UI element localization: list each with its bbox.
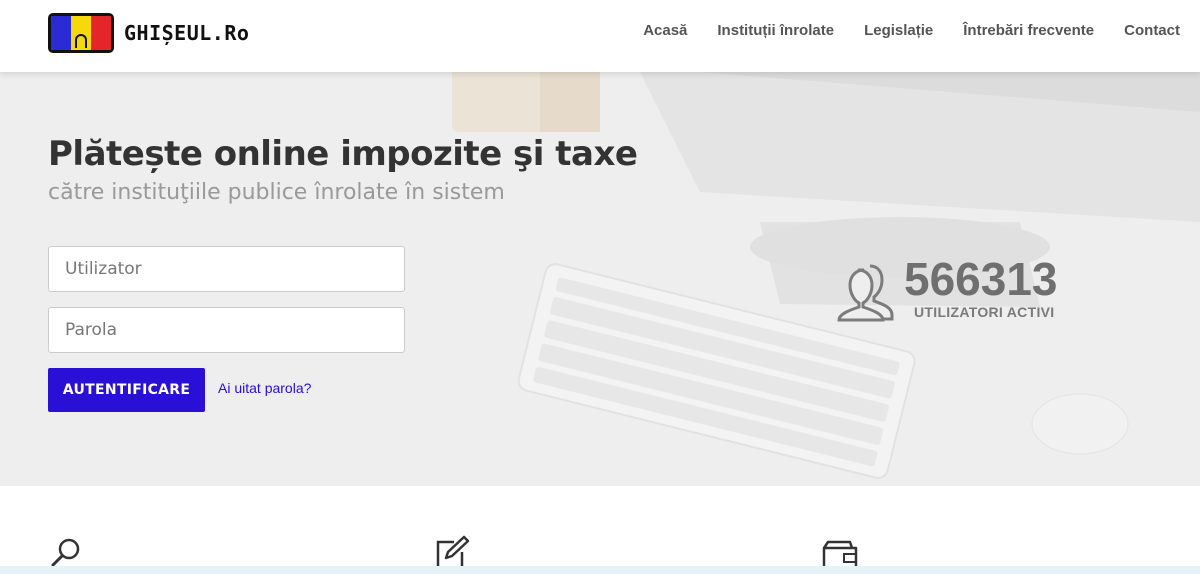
flag-logo-icon — [48, 13, 114, 53]
nav-item-acasa[interactable]: Acasă — [643, 22, 687, 39]
features-section — [0, 486, 1200, 574]
login-button[interactable]: AUTENTIFICARE — [48, 368, 205, 412]
active-users-count: 566313 — [904, 253, 1058, 305]
username-input[interactable] — [48, 246, 405, 292]
page-title: Plătește online impozite şi taxe — [48, 134, 638, 174]
forgot-password-link[interactable]: Ai uitat parola? — [218, 380, 311, 396]
logo-text: GHIȘEUL.Ro — [124, 21, 250, 45]
site-header: GHIȘEUL.Ro Acasă Instituții înrolate Leg… — [0, 0, 1200, 72]
hero-heading: Plătește online impozite şi taxe către i… — [48, 134, 638, 205]
section-divider — [0, 566, 1200, 574]
password-input[interactable] — [48, 307, 405, 353]
nav-item-legislatie[interactable]: Legislație — [864, 22, 933, 39]
page-subtitle: către instituţiile publice înrolate în s… — [48, 180, 505, 205]
nav-item-contact[interactable]: Contact — [1124, 22, 1180, 39]
hero-section: Plătește online impozite şi taxe către i… — [0, 72, 1200, 486]
main-nav: Acasă Instituții înrolate Legislație Înt… — [643, 22, 1180, 39]
users-icon — [837, 264, 894, 322]
site-logo[interactable]: GHIȘEUL.Ro — [48, 13, 249, 53]
active-users-stat: 566313 UTILIZATORI ACTIVI — [836, 256, 1058, 322]
active-users-label: UTILIZATORI ACTIVI — [914, 304, 1055, 320]
nav-item-intrebari[interactable]: Întrebări frecvente — [963, 22, 1094, 39]
nav-item-institutii[interactable]: Instituții înrolate — [717, 22, 834, 39]
